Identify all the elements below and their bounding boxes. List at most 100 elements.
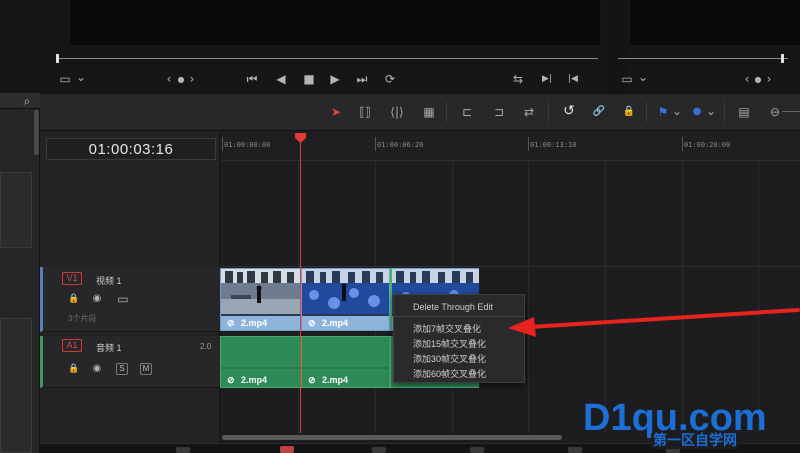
- ruler-tick: [375, 137, 376, 151]
- timeline-scrubber-handle[interactable]: [781, 54, 784, 63]
- viewer-mode-icon[interactable]: ▭: [58, 72, 72, 86]
- source-viewer-screen[interactable]: [70, 0, 600, 45]
- selection-tool-icon[interactable]: ➤: [329, 105, 343, 119]
- next-clip-icon[interactable]: ›: [187, 72, 197, 86]
- audio-track-name[interactable]: 音频 1: [96, 341, 122, 354]
- media-page-tab[interactable]: [176, 447, 190, 453]
- clip-link-icon: ⊘: [308, 375, 316, 385]
- watermark-tagline: 第一区自学网: [651, 433, 739, 449]
- media-pool-bin[interactable]: [0, 172, 32, 248]
- clip-thumbnail: [221, 269, 300, 314]
- zoom-out-icon[interactable]: ⊖: [768, 105, 782, 119]
- flag-icon[interactable]: ⚑: [656, 105, 670, 119]
- track-divider: [221, 266, 800, 267]
- menu-item-add-60-frame-dissolve[interactable]: 添加60帧交叉叠化: [413, 367, 486, 380]
- resolve-edit-page: ▭ ⌄ ‹ ● › ⏮ ◀ ■ ▶ ⏭ ⟳ ⇆ ▶| |◀ ▭ ⌄ ‹ ● › …: [0, 0, 800, 453]
- fusion-page-tab[interactable]: [372, 447, 386, 453]
- mute-button[interactable]: M: [140, 363, 152, 375]
- ruler-label: 01:00:06:20: [377, 141, 424, 149]
- search-icon[interactable]: ⌕: [20, 94, 34, 108]
- fairlight-page-tab[interactable]: [568, 447, 582, 453]
- ruler-tick: [222, 137, 223, 151]
- loop-icon[interactable]: ⟳: [382, 72, 398, 86]
- audio-clip[interactable]: ⊘ 2.mp4: [301, 336, 390, 388]
- color-page-tab[interactable]: [470, 447, 484, 453]
- play-icon[interactable]: ▶: [328, 72, 342, 86]
- audio-clip[interactable]: ⊘ 2.mp4: [220, 336, 301, 388]
- dynamic-trim-icon[interactable]: ⟨|⟩: [386, 105, 408, 119]
- media-pool-bin-lower[interactable]: [0, 318, 32, 453]
- clip-link-icon: ⊘: [227, 318, 235, 328]
- chevron-down-icon[interactable]: ⌄: [672, 104, 682, 118]
- clip-name: 2.mp4: [322, 318, 349, 328]
- audio-track-level: 2.0: [200, 342, 212, 351]
- source-scrubber[interactable]: [58, 58, 598, 59]
- clip-thumbnail: [302, 269, 389, 314]
- timeline-viewer-screen[interactable]: [630, 0, 800, 45]
- prev-edit-icon[interactable]: |◀: [564, 72, 582, 86]
- menu-item-add-15-frame-dissolve[interactable]: 添加15帧交叉叠化: [413, 337, 486, 350]
- timeline-scrollbar-thumb[interactable]: [222, 435, 562, 440]
- chevron-down-icon[interactable]: ⌄: [706, 104, 716, 118]
- source-scrubber-handle[interactable]: [56, 54, 59, 63]
- edit-page-tab[interactable]: [280, 446, 294, 453]
- clip-link-icon: ⊘: [308, 318, 316, 328]
- menu-item-add-7-frame-dissolve[interactable]: 添加7帧交叉叠化: [413, 322, 481, 335]
- prev-clip-icon[interactable]: ‹: [742, 72, 752, 86]
- toolbar-separator: [446, 102, 447, 122]
- playhead-line[interactable]: [300, 138, 301, 433]
- timeline-scrubber[interactable]: [618, 58, 788, 59]
- video-clip[interactable]: ⊘ 2.mp4: [220, 268, 301, 331]
- timeline-viewer-mode-icon[interactable]: ▭: [620, 72, 634, 86]
- play-reverse-icon[interactable]: ◀: [274, 72, 288, 86]
- insert-clip-icon[interactable]: ⊏: [456, 105, 478, 119]
- next-edit-icon[interactable]: ▶|: [538, 72, 556, 86]
- video-track-clip-count: 3个片段: [68, 314, 97, 323]
- toolbar-separator: [646, 102, 647, 122]
- blade-tool-icon[interactable]: ▦: [418, 105, 440, 119]
- overwrite-clip-icon[interactable]: ⊐: [488, 105, 510, 119]
- solo-button[interactable]: S: [116, 363, 128, 375]
- eye-icon[interactable]: ◉: [90, 292, 104, 306]
- skip-end-icon[interactable]: ⏭: [354, 72, 370, 86]
- playhead-handle[interactable]: [294, 132, 307, 144]
- zoom-slider[interactable]: [782, 111, 800, 112]
- eye-icon[interactable]: ◉: [90, 362, 104, 376]
- match-frame-icon[interactable]: ⇆: [510, 72, 526, 86]
- watermark-logo: D1qu.com: [583, 397, 767, 439]
- prev-clip-icon[interactable]: ‹: [164, 72, 174, 86]
- video-track-name[interactable]: 视频 1: [96, 274, 122, 287]
- audio-waveform: [302, 367, 389, 369]
- clip-link-icon: ⊘: [227, 375, 235, 385]
- stop-icon[interactable]: ■: [302, 72, 316, 86]
- clip-dot-icon[interactable]: ●: [752, 73, 764, 87]
- track-badge-v1[interactable]: V1: [62, 272, 82, 285]
- clip-name: 2.mp4: [241, 375, 268, 385]
- ruler-label: 01:00:20:00: [684, 141, 731, 149]
- clip-dot-icon[interactable]: ●: [175, 73, 187, 87]
- lock-icon[interactable]: 🔒: [68, 362, 80, 376]
- lock-icon[interactable]: 🔒: [68, 292, 80, 306]
- lock-icon[interactable]: 🔒: [620, 105, 638, 119]
- marker-icon[interactable]: ●: [690, 105, 704, 119]
- skip-start-icon[interactable]: ⏮: [244, 72, 260, 86]
- link-icon[interactable]: 🔗: [590, 105, 608, 119]
- clip-name: 2.mp4: [322, 375, 349, 385]
- video-clip[interactable]: ⊘ 2.mp4: [301, 268, 390, 331]
- next-clip-icon[interactable]: ›: [764, 72, 774, 86]
- clip-name: 2.mp4: [241, 318, 268, 328]
- chevron-down-icon[interactable]: ⌄: [638, 70, 648, 84]
- snapping-icon[interactable]: ↺: [560, 104, 578, 118]
- annotation-arrow: [508, 308, 800, 337]
- track-badge-a1[interactable]: A1: [62, 339, 82, 352]
- timecode-display[interactable]: 01:00:03:16: [46, 138, 216, 160]
- ruler-tick: [682, 137, 683, 151]
- zoom-mode-icon[interactable]: ▤: [734, 105, 754, 119]
- menu-item-add-30-frame-dissolve[interactable]: 添加30帧交叉叠化: [413, 352, 486, 365]
- replace-clip-icon[interactable]: ⇄: [518, 105, 540, 119]
- trim-tool-icon[interactable]: ⟦⟧: [354, 105, 376, 119]
- track-enable-icon[interactable]: ▭: [115, 292, 131, 306]
- menu-item-delete-through-edit[interactable]: Delete Through Edit: [413, 302, 493, 312]
- media-pool-scrollbar[interactable]: [34, 110, 39, 155]
- chevron-down-icon[interactable]: ⌄: [76, 70, 86, 84]
